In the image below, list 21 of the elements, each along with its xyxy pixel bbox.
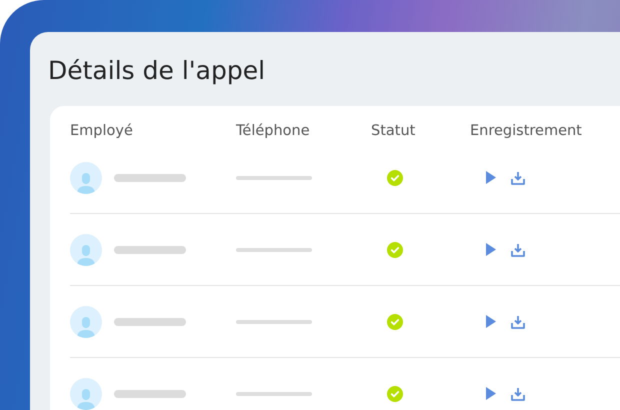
avatar-icon — [70, 234, 102, 266]
text-placeholder-bar — [114, 174, 186, 182]
text-placeholder-bar — [114, 318, 186, 326]
play-icon[interactable] — [486, 315, 496, 328]
panel-title: Détails de l'appel — [48, 55, 266, 87]
column-header: Enregistrement — [470, 123, 582, 139]
download-icon[interactable] — [511, 386, 525, 400]
column-header: Téléphone — [236, 123, 310, 139]
avatar-icon — [70, 162, 102, 194]
avatar-icon — [70, 378, 102, 410]
avatar-icon — [70, 306, 102, 338]
play-icon[interactable] — [486, 387, 496, 400]
text-placeholder-bar — [114, 390, 186, 398]
download-icon[interactable] — [511, 242, 525, 256]
column-header: Statut — [371, 123, 416, 139]
column-header: Employé — [70, 123, 133, 139]
download-icon[interactable] — [511, 314, 525, 328]
download-icon[interactable] — [511, 170, 525, 184]
text-placeholder-bar — [114, 246, 186, 254]
play-icon[interactable] — [486, 171, 496, 184]
play-icon[interactable] — [486, 243, 496, 256]
